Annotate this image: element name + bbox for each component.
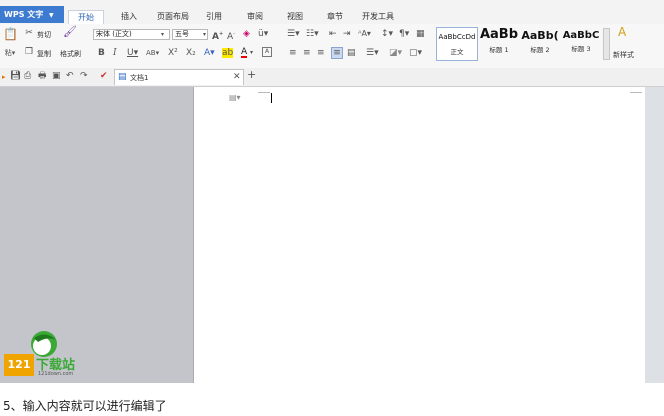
new-tab-icon[interactable]: + [247,69,256,80]
char-border-icon[interactable]: A [262,47,272,57]
style-normal[interactable]: AaBbCcDd 正文 [436,27,478,61]
style-preview: AaBb [479,27,519,42]
style-preview: AaBbCcDd [438,33,476,41]
style-label: 标题 1 [489,46,509,54]
tab-review[interactable]: 审阅 [240,10,270,24]
tab-references[interactable]: 引用 [199,10,229,24]
cut-icon[interactable]: ✂ [24,28,34,38]
style-label: 标题 2 [530,46,550,54]
align-right-icon[interactable]: ≡ [317,48,325,58]
superscript-icon[interactable]: X² [168,48,178,58]
close-icon[interactable]: ✕ [233,72,241,82]
style-preview: AaBb( [521,29,559,42]
italic-icon[interactable]: I [113,48,117,58]
margin-marker [258,92,270,93]
borders-icon[interactable]: ▢▾ [409,48,422,58]
tab-start[interactable]: 开始 [68,10,104,24]
shrink-font-icon[interactable]: A- [227,29,235,42]
watermark-logo: 121 下载站 121down.com [4,328,96,380]
style-heading-2[interactable]: AaBb( 标题 2 [520,27,560,61]
bold-icon[interactable]: B [98,48,105,58]
font-name-value: 宋体 (正文) [96,30,132,38]
caption-text: 5、输入内容就可以进行编辑了 [3,399,167,413]
underline-icon[interactable]: U▾ [127,48,138,58]
print-icon[interactable]: 🖶 [38,71,47,81]
line-spacing-icon[interactable]: ☰▾ [366,48,379,58]
margin-marker [630,92,642,93]
font-name-select[interactable]: 宋体 (正文) [93,29,170,40]
watermark-url: 121down.com [38,371,74,377]
new-style-icon[interactable]: A [618,26,626,38]
font-size-value: 五号 [175,30,189,38]
copy-icon[interactable]: ❐ [24,47,34,57]
format-painter-button[interactable]: 格式刷 [60,49,81,59]
workspace-right-margin [645,87,664,383]
chevron-down-icon: ▼ [49,12,54,19]
document-icon: ▤ [118,72,127,82]
grow-font-icon[interactable]: A+ [212,29,223,42]
app-menu-button[interactable]: WPS 文字 ▼ [0,6,64,23]
cut-button[interactable]: 剪切 [37,30,51,40]
style-preview: AaBbC [562,30,600,41]
style-label: 正文 [450,48,464,56]
expand-arrow-icon[interactable]: ▸ [2,72,6,82]
checkmark-icon[interactable]: ✔ [100,71,108,81]
subscript-icon[interactable]: X₂ [186,48,196,58]
tab-chapter[interactable]: 章节 [320,10,350,24]
style-heading-1[interactable]: AaBb 标题 1 [479,27,519,61]
tab-view[interactable]: 视图 [280,10,310,24]
paste-marker-icon[interactable]: ▤▾ [229,93,241,103]
show-marks-icon[interactable]: ¶▾ [399,29,409,39]
undo-icon[interactable]: ↶ [66,71,74,81]
chevron-down-icon: ▾ [250,49,254,56]
numbered-list-icon[interactable]: ☷▾ [306,29,319,39]
format-painter-icon[interactable]: 🖌 [63,26,77,37]
sort-icon[interactable]: ↕▾ [381,29,393,39]
watermark-prefix: 121 [4,354,34,376]
chevron-down-icon: ▾ [203,31,207,38]
strikethrough-icon[interactable]: AB▾ [146,48,159,58]
tab-developer[interactable]: 开发工具 [358,10,398,24]
align-center-icon[interactable]: ≡ [303,48,311,58]
styles-scrollbar[interactable] [603,28,610,60]
save-icon[interactable]: 💾︎ [10,71,21,81]
text-effect-icon[interactable]: A▾ [204,48,215,58]
export-pdf-icon[interactable]: ▣ [52,71,61,81]
chevron-down-icon: ▾ [161,31,165,38]
tab-page-layout[interactable]: 页面布局 [151,10,195,24]
bullet-list-icon[interactable]: ☰▾ [287,29,300,39]
paste-options-icon[interactable]: 粘▾ [2,48,18,58]
style-label: 标题 3 [571,45,591,53]
align-left-icon[interactable]: ≡ [289,48,297,58]
app-name: WPS 文字 [4,10,44,19]
highlight-icon[interactable]: ab [222,48,234,58]
shading-icon[interactable]: ◪▾ [389,48,402,58]
paste-icon[interactable]: 📋 [3,28,18,43]
table-grid-icon[interactable]: ▦ [416,29,425,39]
increase-indent-icon[interactable]: ⇥ [343,29,351,39]
clear-format-icon[interactable]: ◈ [243,29,250,39]
print-preview-icon[interactable]: ⎙ [24,71,31,81]
new-style-button[interactable]: 新样式 [613,50,634,60]
distributed-align-icon[interactable]: ▤ [347,48,356,58]
text-cursor [271,93,272,103]
style-heading-3[interactable]: AaBbC 标题 3 [561,27,601,61]
decrease-indent-icon[interactable]: ⇤ [329,29,337,39]
tab-insert[interactable]: 插入 [114,10,144,24]
align-justify-icon[interactable]: ≡ [331,47,343,59]
phonetic-guide-icon[interactable]: ü▾ [258,29,268,39]
font-color-icon[interactable]: A [241,48,248,58]
document-tab-title: 文档1 [130,74,149,82]
document-page[interactable] [193,87,646,383]
redo-icon[interactable]: ↷ [80,71,88,81]
change-case-icon[interactable]: ᴬA▾ [358,29,371,39]
copy-button[interactable]: 复制 [37,49,51,59]
